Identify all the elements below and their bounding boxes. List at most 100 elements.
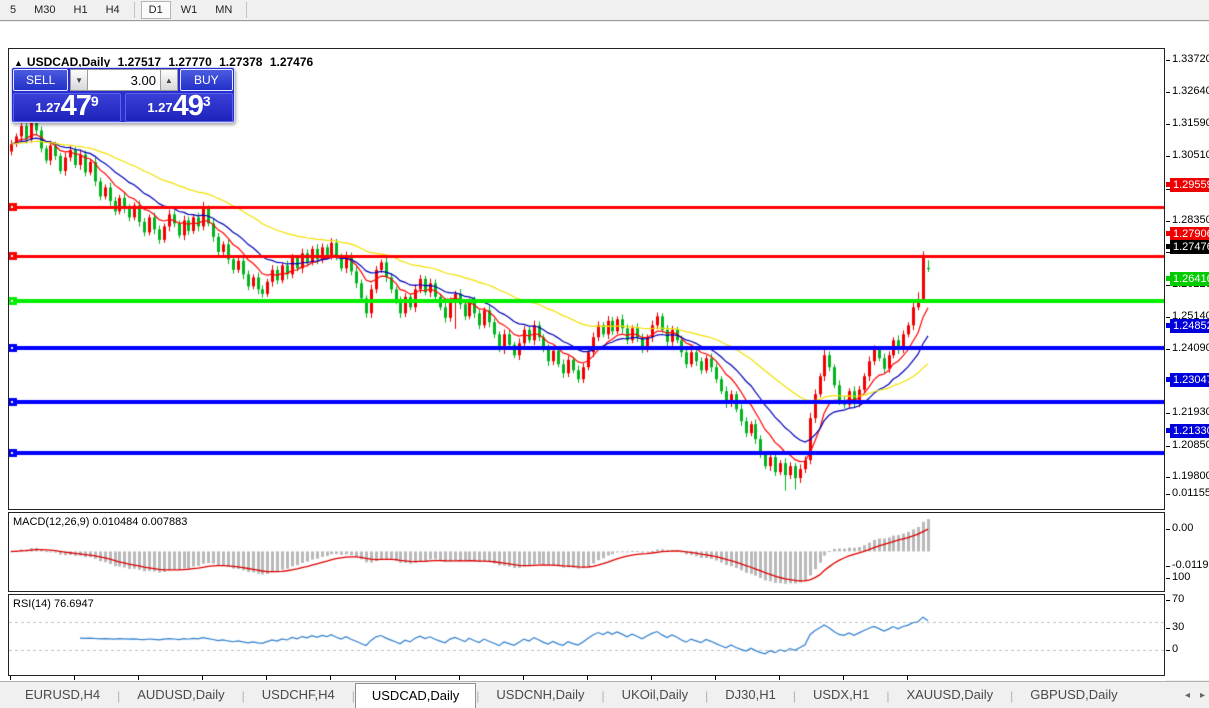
sell-price-prefix: 1.27 xyxy=(35,96,60,120)
date-tick-mark xyxy=(202,676,203,680)
chart-window: ▲USDCAD,Daily 1.27517 1.27770 1.27378 1.… xyxy=(0,22,1209,680)
toolbar-divider xyxy=(246,2,247,18)
badge-marker xyxy=(1166,182,1170,187)
price-axis[interactable]: 1.337201.326401.315901.305101.294301.283… xyxy=(1166,22,1209,680)
axis-tick-mark xyxy=(1166,124,1170,125)
price-tick-label: 1.20850 xyxy=(1172,439,1209,451)
toolbar-divider xyxy=(134,2,135,18)
tab-usdchf-h4[interactable]: USDCHF,H4 xyxy=(245,682,352,708)
tab-audusd-daily[interactable]: AUDUSD,Daily xyxy=(120,682,241,708)
rsi-label: RSI(14) 76.6947 xyxy=(13,598,94,610)
date-tick-mark xyxy=(74,676,75,680)
level-price-badge: 1.24852 xyxy=(1170,319,1209,333)
rsi-canvas[interactable] xyxy=(9,595,1164,675)
date-tick-mark xyxy=(843,676,844,680)
bar-close: 1.27476 xyxy=(270,55,313,69)
price-tick-label: 1.30510 xyxy=(1172,149,1209,161)
axis-tick-mark xyxy=(1166,221,1170,222)
timeframe-button-5[interactable]: 5 xyxy=(2,1,24,19)
tab-scroll-left-icon[interactable]: ◂ xyxy=(1185,690,1190,701)
buy-button[interactable]: BUY xyxy=(180,69,233,91)
price-tick-label: 1.28350 xyxy=(1172,214,1209,226)
buy-price-pip: 3 xyxy=(203,95,211,107)
axis-tick-mark xyxy=(1166,156,1170,157)
badge-marker xyxy=(1166,244,1170,249)
volume-increase-button[interactable]: ▲ xyxy=(160,69,178,91)
tab-xauusd-daily[interactable]: XAUUSD,Daily xyxy=(889,682,1010,708)
buy-price-display[interactable]: 1.27 49 3 xyxy=(125,93,233,122)
tab-ukoil-daily[interactable]: UKOil,Daily xyxy=(605,682,705,708)
price-tick-label: 1.19800 xyxy=(1172,470,1209,482)
buy-price-big: 49 xyxy=(173,93,203,120)
macd-pane[interactable]: MACD(12,26,9) 0.010484 0.007883 xyxy=(8,512,1165,592)
badge-marker xyxy=(1166,428,1170,433)
axis-tick-mark xyxy=(1166,446,1170,447)
tab-usdcnh-daily[interactable]: USDCNH,Daily xyxy=(479,682,601,708)
mt4-chart-screen: 5M30H1H4D1W1MN ▲USDCAD,Daily 1.27517 1.2… xyxy=(0,0,1209,708)
axis-tick-mark xyxy=(1166,477,1170,478)
date-tick-mark xyxy=(907,676,908,680)
level-price-badge: 1.29559 xyxy=(1170,178,1209,192)
date-tick-mark xyxy=(266,676,267,680)
axis-tick-mark xyxy=(1166,529,1170,530)
buy-price-prefix: 1.27 xyxy=(147,96,172,120)
tab-gbpusd-daily[interactable]: GBPUSD,Daily xyxy=(1013,682,1134,708)
volume-input[interactable] xyxy=(88,69,160,91)
tab-dj30-h1[interactable]: DJ30,H1 xyxy=(708,682,793,708)
axis-tick-mark xyxy=(1166,566,1170,567)
tab-usdx-h1[interactable]: USDX,H1 xyxy=(796,682,886,708)
date-tick-mark xyxy=(138,676,139,680)
timeframe-button-h4[interactable]: H4 xyxy=(98,1,128,19)
timeframe-button-mn[interactable]: MN xyxy=(207,1,240,19)
sell-button[interactable]: SELL xyxy=(13,69,68,91)
macd-tick-label: -0.011914 xyxy=(1172,559,1209,571)
timeframe-button-h1[interactable]: H1 xyxy=(66,1,96,19)
price-tick-label: 1.21930 xyxy=(1172,406,1209,418)
price-tick-label: 1.33720 xyxy=(1172,53,1209,65)
date-tick-mark xyxy=(779,676,780,680)
level-price-badge: 1.23047 xyxy=(1170,373,1209,387)
axis-tick-mark xyxy=(1166,413,1170,414)
rsi-pane[interactable]: RSI(14) 76.6947 xyxy=(8,594,1165,676)
badge-marker xyxy=(1166,276,1170,281)
sell-price-big: 47 xyxy=(61,93,91,120)
level-price-badge: 1.27906 xyxy=(1170,227,1209,241)
price-tick-label: 1.24090 xyxy=(1172,342,1209,354)
level-price-badge: 1.21330 xyxy=(1170,424,1209,438)
date-tick-mark xyxy=(10,676,11,680)
rsi-tick-label: 70 xyxy=(1172,593,1184,605)
axis-tick-mark xyxy=(1166,628,1170,629)
price-tick-label: 1.31590 xyxy=(1172,117,1209,129)
tab-usdcad-daily[interactable]: USDCAD,Daily xyxy=(355,683,476,708)
level-price-badge: 1.26416 xyxy=(1170,272,1209,286)
tab-eurusd-h4[interactable]: EURUSD,H4 xyxy=(8,682,117,708)
axis-tick-mark xyxy=(1166,600,1170,601)
timeframe-toolbar: 5M30H1H4 D1W1MN xyxy=(0,0,1209,21)
timeframe-button-w1[interactable]: W1 xyxy=(173,1,206,19)
current-price-badge: 1.27476 xyxy=(1170,240,1209,254)
sell-price-display[interactable]: 1.27 47 9 xyxy=(13,93,121,122)
price-pane[interactable]: ▲USDCAD,Daily 1.27517 1.27770 1.27378 1.… xyxy=(8,48,1165,510)
timeframe-button-d1[interactable]: D1 xyxy=(141,1,171,19)
badge-marker xyxy=(1166,323,1170,328)
tab-scroll-right-icon[interactable]: ▸ xyxy=(1200,690,1205,701)
one-click-trading-panel: SELL ▼ ▲ BUY 1.27 47 9 1.27 xyxy=(11,67,235,123)
date-tick-mark xyxy=(459,676,460,680)
axis-tick-mark xyxy=(1166,60,1170,61)
axis-tick-mark xyxy=(1166,349,1170,350)
rsi-tick-label: 30 xyxy=(1172,621,1184,633)
rsi-tick-label: 100 xyxy=(1172,571,1190,583)
timeframe-button-m30[interactable]: M30 xyxy=(26,1,63,19)
date-tick-mark xyxy=(651,676,652,680)
macd-tick-label: 0.011551 xyxy=(1172,487,1209,499)
tab-scroll-controls: ◂ ▸ xyxy=(1185,690,1205,701)
axis-tick-mark xyxy=(1166,650,1170,651)
date-tick-mark xyxy=(395,676,396,680)
date-tick-mark xyxy=(330,676,331,680)
volume-decrease-button[interactable]: ▼ xyxy=(70,69,88,91)
date-tick-mark xyxy=(587,676,588,680)
rsi-tick-label: 0 xyxy=(1172,643,1178,655)
sell-price-pip: 9 xyxy=(91,95,99,107)
axis-tick-mark xyxy=(1166,494,1170,495)
date-tick-mark xyxy=(715,676,716,680)
